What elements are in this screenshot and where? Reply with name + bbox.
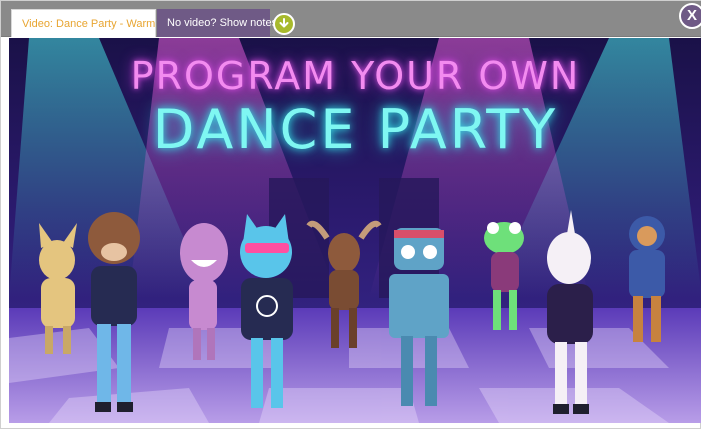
dialog-tab-bar: Video: Dance Party - Warm Up No video? S… — [1, 1, 701, 37]
tab-video[interactable]: Video: Dance Party - Warm Up — [11, 9, 172, 37]
video-title-line2: DANCE PARTY — [152, 98, 559, 161]
close-button[interactable]: X — [679, 3, 701, 29]
video-title-line1: PROGRAM YOUR OWN — [130, 54, 581, 98]
video-player[interactable]: PROGRAM YOUR OWN DANCE PARTY — [9, 38, 701, 423]
video-dialog: Video: Dance Party - Warm Up No video? S… — [0, 0, 701, 429]
tab-show-notes[interactable]: No video? Show notes. — [157, 9, 280, 37]
download-arrow-icon — [279, 18, 289, 28]
download-button[interactable] — [273, 13, 295, 35]
